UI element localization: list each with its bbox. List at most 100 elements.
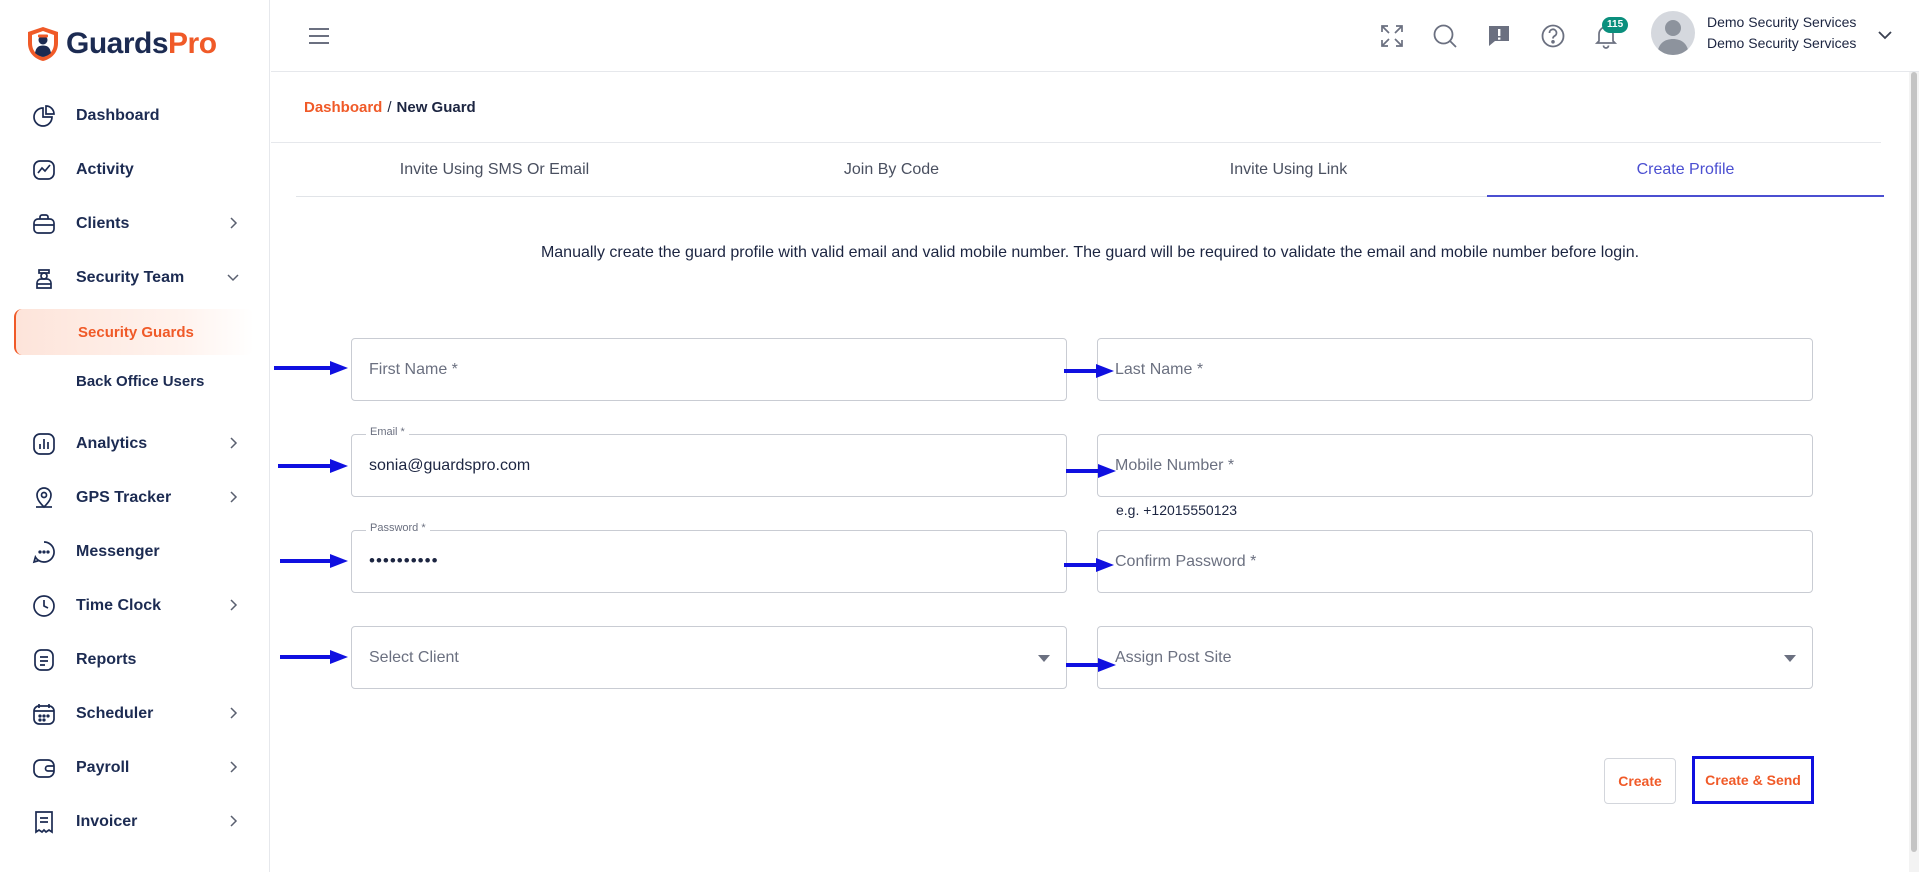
chevron-down-icon[interactable] [1877, 30, 1893, 42]
email-value: sonia@guardspro.com [369, 457, 531, 474]
sidebar-item-invoicer[interactable]: Invoicer [30, 802, 240, 842]
sidebar-item-analytics[interactable]: Analytics [30, 424, 240, 464]
shield-logo-icon [28, 27, 58, 61]
confirm-password-placeholder: Confirm Password * [1115, 553, 1257, 570]
sidebar-item-label: Security Team [76, 269, 185, 286]
password-field[interactable]: Password * •••••••••• [351, 522, 1067, 593]
chevron-right-icon [226, 216, 240, 230]
sidebar-subitem-back-office-users[interactable]: Back Office Users [76, 373, 204, 390]
user-name[interactable]: Demo Security Services [1707, 14, 1856, 30]
assign-post-site-dropdown[interactable]: Assign Post Site [1097, 626, 1813, 689]
intro-text: Manually create the guard profile with v… [540, 244, 1640, 261]
select-client-placeholder: Select Client [369, 649, 459, 666]
location-icon [30, 484, 58, 512]
sidebar-item-gps-tracker[interactable]: GPS Tracker [30, 478, 240, 518]
email-label: Email * [366, 426, 409, 438]
chevron-right-icon [226, 490, 240, 504]
chat-icon [30, 538, 58, 566]
sidebar-item-payroll[interactable]: Payroll [30, 748, 240, 788]
activity-icon [30, 156, 58, 184]
sidebar-item-label: Invoicer [76, 813, 138, 830]
select-client-dropdown[interactable]: Select Client [351, 626, 1067, 689]
last-name-placeholder: Last Name * [1115, 361, 1204, 378]
sidebar-item-label: Clients [76, 215, 130, 232]
fullscreen-icon[interactable] [1379, 23, 1405, 49]
tab-bar: Invite Using SMS Or Email Join By Code I… [296, 142, 1884, 197]
confirm-password-input[interactable]: Confirm Password * [1097, 530, 1813, 593]
logo-text-guards: Guards [66, 27, 169, 60]
search-icon[interactable] [1432, 23, 1458, 49]
hamburger-menu-icon[interactable] [307, 26, 331, 46]
help-icon[interactable] [1540, 23, 1566, 49]
sidebar: GuardsPro Dashboard Activity Clients Sec… [0, 0, 270, 872]
sidebar-item-label: Scheduler [76, 705, 154, 722]
annotation-arrow-icon [274, 361, 348, 375]
dashboard-icon [30, 102, 58, 130]
create-button[interactable]: Create [1604, 758, 1676, 804]
create-and-send-button[interactable]: Create & Send [1696, 760, 1810, 800]
password-label: Password * [366, 522, 430, 534]
analytics-icon [30, 430, 58, 458]
avatar[interactable] [1651, 11, 1695, 55]
breadcrumb-separator: / [387, 99, 392, 116]
notification-badge: 115 [1602, 17, 1629, 33]
sidebar-item-label: Messenger [76, 543, 160, 560]
sidebar-subitem-security-guards[interactable]: Security Guards [14, 309, 254, 355]
dropdown-caret-icon [1038, 655, 1050, 662]
invoice-icon [30, 808, 58, 836]
mobile-number-input[interactable]: Mobile Number * [1097, 434, 1813, 497]
chevron-down-icon [226, 270, 240, 284]
password-value: •••••••••• [369, 551, 439, 570]
sidebar-item-label: Time Clock [76, 597, 162, 614]
sidebar-item-time-clock[interactable]: Time Clock [30, 586, 240, 626]
chevron-right-icon [226, 760, 240, 774]
report-icon [30, 646, 58, 674]
annotation-arrow-icon [1066, 658, 1116, 672]
sidebar-item-dashboard[interactable]: Dashboard [30, 96, 240, 136]
calendar-icon [30, 700, 58, 728]
tab-join-by-code[interactable]: Join By Code [693, 142, 1090, 196]
sidebar-subitem-label: Security Guards [78, 324, 194, 341]
email-field[interactable]: Email * sonia@guardspro.com [351, 426, 1067, 497]
first-name-input[interactable]: First Name * [351, 338, 1067, 401]
dropdown-caret-icon [1784, 655, 1796, 662]
tab-invite-using-link[interactable]: Invite Using Link [1090, 142, 1487, 196]
sidebar-item-label: Reports [76, 651, 137, 668]
logo[interactable]: GuardsPro [26, 26, 217, 62]
feedback-icon[interactable] [1486, 23, 1512, 49]
sidebar-item-messenger[interactable]: Messenger [30, 532, 240, 572]
sidebar-item-label: Payroll [76, 759, 130, 776]
sidebar-item-security-team[interactable]: Security Team [30, 258, 240, 298]
annotation-arrow-icon [1064, 364, 1114, 378]
tab-invite-sms-email[interactable]: Invite Using SMS Or Email [296, 142, 693, 196]
last-name-input[interactable]: Last Name * [1097, 338, 1813, 401]
sidebar-item-label: GPS Tracker [76, 489, 172, 506]
guard-icon [30, 264, 58, 292]
breadcrumb: Dashboard / New Guard [304, 99, 476, 116]
briefcase-icon [30, 210, 58, 238]
chevron-right-icon [226, 706, 240, 720]
user-organization[interactable]: Demo Security Services [1707, 35, 1856, 51]
logo-text-pro: Pro [168, 27, 217, 60]
annotation-arrow-icon [1064, 558, 1114, 572]
mobile-helper-text: e.g. +12015550123 [1116, 502, 1238, 518]
chevron-right-icon [226, 436, 240, 450]
sidebar-item-scheduler[interactable]: Scheduler [30, 694, 240, 734]
breadcrumb-current: New Guard [396, 99, 476, 116]
sidebar-item-clients[interactable]: Clients [30, 204, 240, 244]
sidebar-item-label: Activity [76, 161, 134, 178]
top-header: 115 Demo Security Services Demo Security… [271, 0, 1919, 72]
tab-create-profile[interactable]: Create Profile [1487, 142, 1884, 197]
clock-icon [30, 592, 58, 620]
scrollbar-thumb[interactable] [1911, 72, 1917, 852]
annotation-arrow-icon [280, 554, 348, 568]
wallet-icon [30, 754, 58, 782]
sidebar-item-reports[interactable]: Reports [30, 640, 240, 680]
sidebar-item-label: Dashboard [76, 107, 160, 124]
sidebar-item-activity[interactable]: Activity [30, 150, 240, 190]
breadcrumb-dashboard-link[interactable]: Dashboard [304, 99, 382, 116]
annotation-arrow-icon [280, 650, 348, 664]
annotation-arrow-icon [278, 459, 348, 473]
chevron-right-icon [226, 814, 240, 828]
mobile-number-placeholder: Mobile Number * [1115, 457, 1235, 474]
